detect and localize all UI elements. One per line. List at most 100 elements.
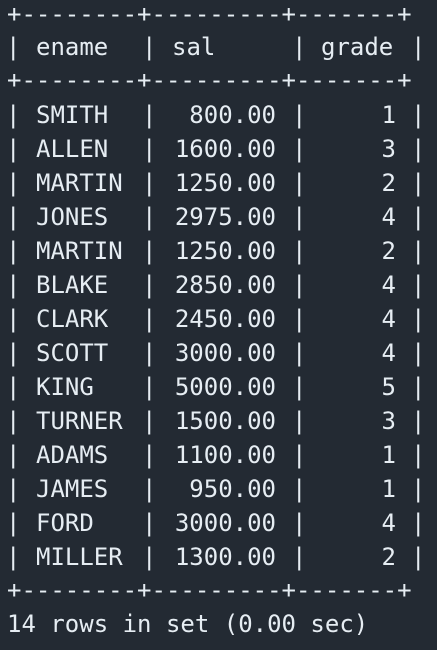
terminal-output: +--------+---------+-------+ | ename | s… — [0, 0, 437, 650]
column-separator: | — [292, 509, 307, 537]
column-separator: | — [411, 475, 426, 503]
cell-ename: MARTIN — [36, 237, 123, 265]
table-row: | JAMES | 950.00 | 1 | — [0, 472, 437, 506]
column-separator: | — [411, 509, 426, 537]
column-separator: | — [6, 305, 21, 333]
cell-ename: MILLER — [36, 543, 123, 571]
cell-grade: 3 — [381, 135, 396, 163]
table-row: | CLARK | 2450.00 | 4 | — [0, 302, 437, 336]
cell-ename: SCOTT — [36, 339, 109, 367]
header-sal: sal — [172, 33, 216, 61]
column-separator: | — [292, 101, 307, 129]
cell-ename: MARTIN — [36, 169, 123, 197]
cell-sal: 3000.00 — [174, 339, 276, 367]
table-row: | BLAKE | 2850.00 | 4 | — [0, 268, 437, 302]
column-separator: | — [292, 33, 307, 61]
column-separator: | — [6, 509, 21, 537]
cell-sal: 2850.00 — [174, 271, 276, 299]
cell-sal: 1300.00 — [174, 543, 276, 571]
cell-ename: ADAMS — [36, 441, 109, 469]
cell-sal: 2450.00 — [174, 305, 276, 333]
table-row: | KING | 5000.00 | 5 | — [0, 370, 437, 404]
table-row: | SMITH | 800.00 | 1 | — [0, 98, 437, 132]
cell-grade: 4 — [381, 339, 396, 367]
table-row: | TURNER | 1500.00 | 3 | — [0, 404, 437, 438]
column-separator: | — [292, 373, 307, 401]
table-border-header: +--------+---------+-------+ — [7, 66, 412, 94]
column-separator: | — [292, 305, 307, 333]
column-separator: | — [411, 101, 426, 129]
column-separator: | — [142, 33, 157, 61]
cell-ename: BLAKE — [36, 271, 109, 299]
column-separator: | — [292, 339, 307, 367]
cell-ename: ALLEN — [36, 135, 109, 163]
cell-ename: FORD — [36, 509, 94, 537]
column-separator: | — [292, 543, 307, 571]
cell-sal: 1500.00 — [174, 407, 276, 435]
column-separator: | — [6, 475, 21, 503]
cell-sal: 1250.00 — [174, 237, 276, 265]
cell-grade: 2 — [381, 169, 396, 197]
table-border-bottom: +--------+---------+-------+ — [7, 576, 412, 604]
table-row: | JONES | 2975.00 | 4 | — [0, 200, 437, 234]
table-row: | ADAMS | 1100.00 | 1 | — [0, 438, 437, 472]
column-separator: | — [6, 169, 21, 197]
column-separator: | — [292, 475, 307, 503]
cell-grade: 4 — [381, 305, 396, 333]
column-separator: | — [411, 237, 426, 265]
cell-sal: 1600.00 — [174, 135, 276, 163]
cell-grade: 4 — [381, 203, 396, 231]
cell-grade: 2 — [381, 543, 396, 571]
column-separator: | — [6, 237, 21, 265]
cell-grade: 2 — [381, 237, 396, 265]
column-separator: | — [292, 135, 307, 163]
cell-sal: 2975.00 — [174, 203, 276, 231]
column-separator: | — [411, 441, 426, 469]
status-line: 14 rows in set (0.00 sec) — [7, 610, 369, 638]
table-row: | SCOTT | 3000.00 | 4 | — [0, 336, 437, 370]
column-separator: | — [411, 407, 426, 435]
column-separator: | — [411, 305, 426, 333]
column-separator: | — [411, 33, 426, 61]
cell-ename: JONES — [36, 203, 109, 231]
cell-ename: JAMES — [36, 475, 109, 503]
column-separator: | — [6, 339, 21, 367]
column-separator: | — [6, 203, 21, 231]
column-separator: | — [411, 373, 426, 401]
cell-sal: 950.00 — [189, 475, 276, 503]
cell-grade: 5 — [381, 373, 396, 401]
cell-grade: 1 — [381, 441, 396, 469]
column-separator: | — [411, 339, 426, 367]
table-row: | MILLER | 1300.00 | 2 | — [0, 540, 437, 574]
column-separator: | — [411, 543, 426, 571]
cell-sal: 5000.00 — [174, 373, 276, 401]
column-separator: | — [6, 543, 21, 571]
header-grade: grade — [321, 33, 394, 61]
column-separator: | — [6, 271, 21, 299]
cell-sal: 1250.00 — [174, 169, 276, 197]
column-separator: | — [6, 441, 21, 469]
column-separator: | — [6, 407, 21, 435]
column-separator: | — [292, 203, 307, 231]
table-row: | ALLEN | 1600.00 | 3 | — [0, 132, 437, 166]
table-header-row: | ename | sal | grade | — [0, 30, 437, 64]
column-separator: | — [411, 203, 426, 231]
cell-ename: CLARK — [36, 305, 109, 333]
column-separator: | — [6, 373, 21, 401]
column-separator: | — [411, 135, 426, 163]
cell-ename: KING — [36, 373, 94, 401]
column-separator: | — [292, 237, 307, 265]
column-separator: | — [292, 407, 307, 435]
column-separator: | — [411, 169, 426, 197]
column-separator: | — [411, 271, 426, 299]
cell-ename: TURNER — [36, 407, 123, 435]
table-row: | MARTIN | 1250.00 | 2 | — [0, 234, 437, 268]
column-separator: | — [6, 135, 21, 163]
column-separator: | — [292, 441, 307, 469]
cell-grade: 1 — [381, 101, 396, 129]
cell-sal: 3000.00 — [174, 509, 276, 537]
cell-sal: 1100.00 — [174, 441, 276, 469]
table-border-top: +--------+---------+-------+ — [7, 0, 412, 28]
cell-grade: 3 — [381, 407, 396, 435]
cell-ename: SMITH — [36, 101, 109, 129]
